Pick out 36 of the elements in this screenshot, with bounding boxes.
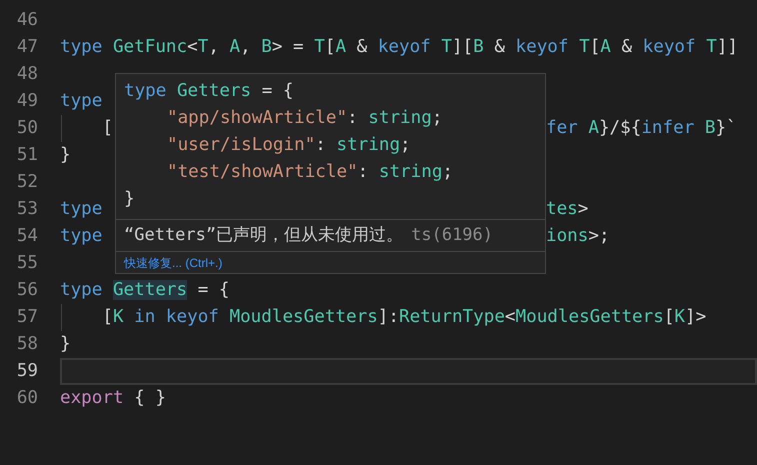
code-line: }: [60, 334, 71, 354]
line-number: 58: [16, 333, 39, 356]
code-line: type Getters = {: [60, 280, 230, 300]
code-line: export { }: [60, 388, 166, 408]
error-message: “Getters”已声明，但从未使用过。: [124, 224, 404, 247]
code-line: }: [124, 188, 135, 212]
code-line: type: [60, 226, 102, 246]
code-line: type: [60, 91, 102, 112]
error-code: ts(6196): [411, 224, 494, 247]
code-line: ions>;: [546, 225, 610, 248]
line-number: 53: [16, 198, 39, 222]
code-line: [K in keyof MoudlesGetters]:ReturnType<MoudlesGetters[K]>: [101, 307, 706, 328]
line-number: 49: [16, 90, 39, 114]
line-number: 48: [16, 63, 39, 86]
line-number: 51: [16, 144, 39, 168]
code-line: tes>: [546, 198, 588, 222]
line-number: 47: [16, 36, 39, 60]
line-number: 60: [16, 387, 39, 410]
code-line: fer A}/${infer B}`: [546, 117, 737, 140]
quick-fix-link[interactable]: 快速修复... (Ctrl+.): [124, 254, 222, 272]
line-number: 57: [16, 306, 39, 330]
code-line: "test/showArticle": string;: [167, 161, 454, 184]
code-line: [: [101, 118, 113, 138]
code-line: type: [60, 199, 102, 220]
code-line: "user/isLogin": string;: [167, 134, 411, 158]
line-number: 46: [16, 9, 39, 32]
code-line: }: [60, 145, 71, 166]
code-line: "app/showArticle": string;: [167, 107, 442, 130]
line-number: 50: [16, 117, 39, 140]
code-line: type GetFunc<T, A, B> = T[A & keyof T][B & keyof T[A & keyof T]]: [60, 37, 738, 58]
line-number: 52: [16, 171, 39, 194]
line-number: 54: [16, 225, 39, 248]
code-line: type Getters = {: [124, 80, 294, 104]
line-number: 59: [16, 360, 39, 384]
line-number: 55: [16, 252, 39, 276]
line-number: 56: [16, 279, 39, 302]
